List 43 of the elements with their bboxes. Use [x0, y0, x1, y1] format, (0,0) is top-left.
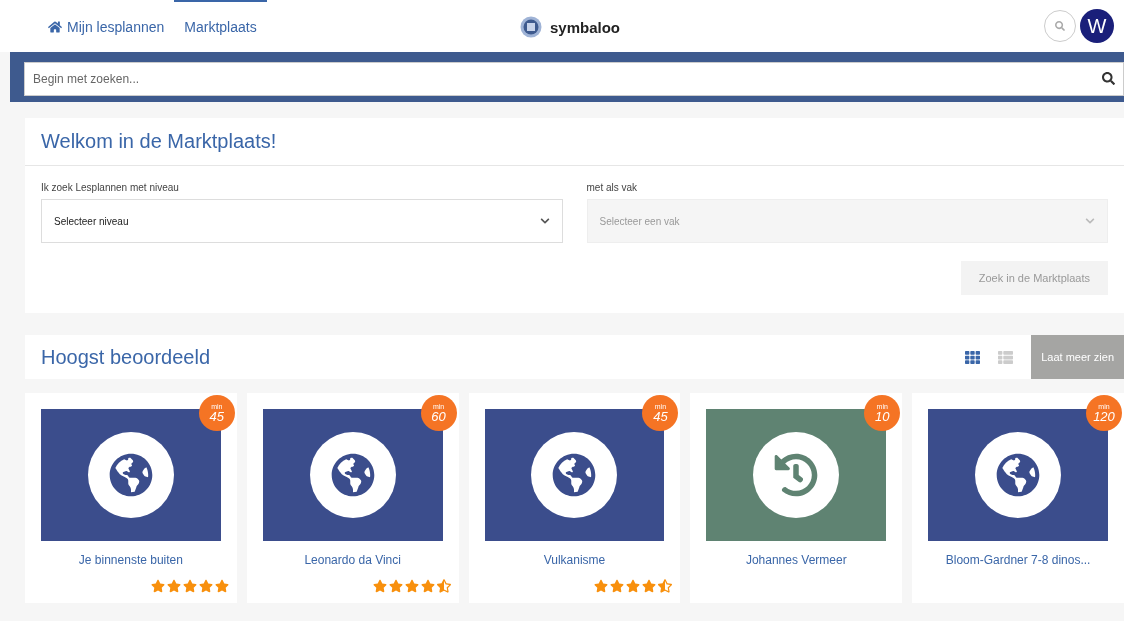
panel-title: Welkom in de Marktplaats! [25, 118, 1124, 166]
chevron-down-icon [1085, 216, 1095, 226]
logo-text: symbaloo [550, 18, 621, 36]
star-icon [658, 579, 673, 593]
globe-icon [108, 453, 153, 497]
star-icon [150, 579, 165, 593]
star-icon [626, 579, 641, 593]
star-icon [166, 579, 181, 593]
globe-icon [996, 453, 1041, 497]
search-field[interactable]: Begin met zoeken... [24, 62, 1124, 96]
lesson-title: Je binnenste buiten [77, 553, 184, 567]
globe-icon [552, 453, 597, 497]
clock-arrow-icon [774, 453, 819, 497]
star-icon [420, 579, 435, 593]
star-icon [388, 579, 403, 593]
nav-tab[interactable]: Mijn lesplannen [38, 0, 175, 52]
user-avatar[interactable]: W [1080, 9, 1114, 43]
star-icon [214, 579, 229, 593]
star-icon [594, 579, 609, 593]
grid-view-button[interactable] [965, 349, 981, 365]
field-label: Ik zoek Lesplannen met niveau [41, 182, 180, 193]
star-icon [198, 579, 213, 593]
logo-icon [520, 16, 542, 38]
lesson-title: Johannes Vermeer [744, 553, 848, 567]
lesson-title: Leonardo da Vinci [303, 553, 402, 567]
chevron-down-icon [539, 216, 550, 226]
lesson-title: Bloom-Gardner 7-8 dinos... [944, 553, 1092, 567]
list-view-button[interactable] [998, 349, 1014, 365]
search-icon [1102, 72, 1115, 85]
star-icon [436, 579, 451, 593]
search-icon [1055, 21, 1065, 31]
star-icon [642, 579, 657, 593]
globe-icon [330, 453, 375, 497]
field-label: met als vak [586, 182, 639, 193]
home-icon [48, 20, 62, 34]
section-title: Hoogst beoordeeld [41, 345, 210, 369]
level-select[interactable]: Selecteer niveau [41, 199, 563, 243]
star-icon [610, 579, 625, 593]
lesson-title: Vulkanisme [542, 553, 607, 567]
star-icon [182, 579, 197, 593]
star-icon [404, 579, 419, 593]
star-icon [372, 579, 387, 593]
search-button[interactable] [1044, 10, 1076, 42]
